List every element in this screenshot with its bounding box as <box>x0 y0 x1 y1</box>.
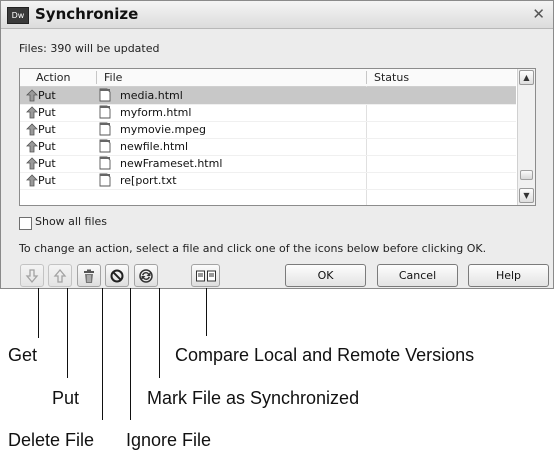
row-file-name: media.html <box>120 89 183 102</box>
file-row[interactable]: Put newFrameset.html <box>20 155 516 173</box>
up-arrow-icon <box>26 123 38 136</box>
get-leader-line <box>38 288 39 338</box>
callout-synchronized: Mark File as Synchronized <box>147 388 360 408</box>
row-action: Put <box>38 123 56 136</box>
ignore-icon <box>110 269 124 283</box>
up-arrow-icon <box>26 89 38 102</box>
file-row[interactable]: Put mymovie.mpeg <box>20 121 516 139</box>
help-button[interactable]: Help <box>468 264 549 287</box>
ignore-leader-line <box>130 288 131 420</box>
row-file-name: newfile.html <box>120 140 189 153</box>
get-button[interactable] <box>20 264 44 287</box>
callout-get: Get <box>8 345 38 365</box>
file-row[interactable]: Put newfile.html <box>20 138 516 156</box>
document-icon <box>99 122 111 136</box>
column-header-file[interactable]: File <box>104 69 122 86</box>
get-icon <box>25 269 39 284</box>
instruction-text: To change an action, select a file and c… <box>19 242 487 255</box>
dialog-title: Synchronize <box>35 5 139 23</box>
compare-leader-line <box>206 288 207 336</box>
scroll-up-button[interactable]: ▲ <box>519 70 534 85</box>
up-arrow-icon <box>26 140 38 153</box>
put-button[interactable] <box>48 264 72 287</box>
row-file-name: mymovie.mpeg <box>120 123 206 136</box>
synchronized-icon <box>139 269 153 283</box>
document-icon <box>99 105 111 119</box>
compare-icon <box>196 270 216 282</box>
file-row[interactable]: Put media.html <box>20 87 516 105</box>
dreamweaver-logo-icon: Dw <box>7 7 29 24</box>
row-file-name: re[port.txt <box>120 174 177 187</box>
show-all-files-label[interactable]: Show all files <box>35 215 107 228</box>
callout-delete: Delete File <box>8 430 95 450</box>
column-divider <box>96 71 97 84</box>
scroll-down-button[interactable]: ▼ <box>519 188 534 203</box>
list-header: Action File Status <box>20 69 516 87</box>
delete-icon <box>84 269 94 283</box>
show-all-files-checkbox[interactable] <box>19 217 32 230</box>
row-action: Put <box>38 140 56 153</box>
up-arrow-icon <box>26 106 38 119</box>
callout-compare: Compare Local and Remote Versions <box>175 345 475 365</box>
ignore-file-button[interactable] <box>105 264 129 287</box>
file-row[interactable]: Put re[port.txt <box>20 172 516 190</box>
row-action: Put <box>38 174 56 187</box>
document-icon <box>99 139 111 153</box>
row-file-name: myform.html <box>120 106 192 119</box>
vertical-scrollbar[interactable]: ▲ ▼ <box>517 69 535 205</box>
document-icon <box>99 173 111 187</box>
file-row[interactable]: Put myform.html <box>20 104 516 122</box>
synchronized-leader-line <box>159 288 160 378</box>
mark-synchronized-button[interactable] <box>134 264 158 287</box>
close-icon[interactable]: ✕ <box>532 5 545 23</box>
compare-versions-button[interactable] <box>191 264 220 287</box>
column-header-status[interactable]: Status <box>374 69 409 86</box>
column-divider <box>366 71 367 84</box>
row-action: Put <box>38 157 56 170</box>
callout-put: Put <box>52 388 80 408</box>
delete-leader-line <box>102 288 103 420</box>
synchronize-dialog: Dw Synchronize ✕ Files: 390 will be upda… <box>0 0 554 289</box>
put-icon <box>53 268 67 283</box>
ok-button[interactable]: OK <box>285 264 366 287</box>
scroll-thumb[interactable] <box>520 170 533 180</box>
cancel-button[interactable]: Cancel <box>377 264 458 287</box>
callout-ignore: Ignore File <box>126 430 212 450</box>
up-arrow-icon <box>26 157 38 170</box>
row-file-name: newFrameset.html <box>120 157 223 170</box>
title-bar: Dw Synchronize ✕ <box>1 1 553 29</box>
row-action: Put <box>38 106 56 119</box>
put-leader-line <box>67 288 68 378</box>
column-header-action[interactable]: Action <box>36 69 70 86</box>
document-icon <box>99 156 111 170</box>
document-icon <box>99 88 111 102</box>
delete-file-button[interactable] <box>77 264 101 287</box>
files-summary: Files: 390 will be updated <box>19 42 160 55</box>
row-action: Put <box>38 89 56 102</box>
up-arrow-icon <box>26 174 38 187</box>
file-list[interactable]: Action File Status Put media.html Put myfor… <box>19 68 536 206</box>
